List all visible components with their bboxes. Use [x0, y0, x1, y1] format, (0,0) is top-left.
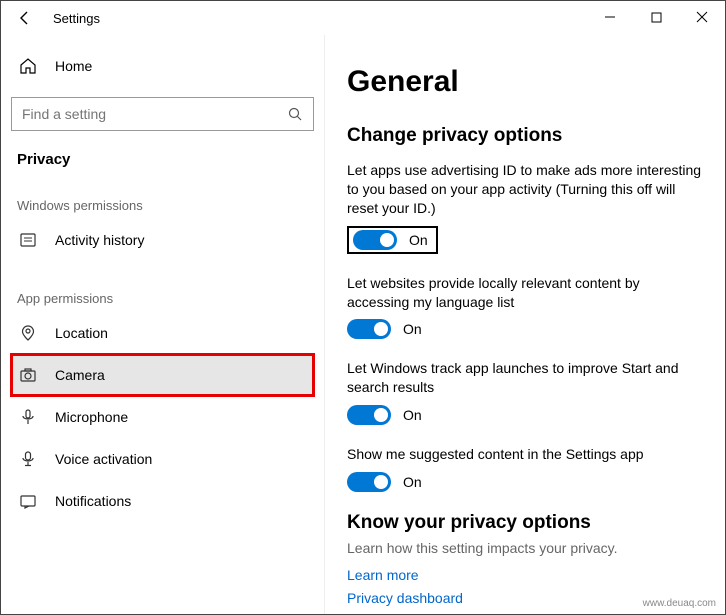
voice-activation-icon [19, 450, 37, 468]
sidebar-item-notifications[interactable]: Notifications [11, 480, 314, 522]
toggle-state: On [403, 321, 422, 337]
toggle-suggested-content[interactable] [347, 472, 391, 492]
setting-desc: Let apps use advertising ID to make ads … [347, 161, 703, 218]
setting-desc: Let Windows track app launches to improv… [347, 359, 703, 397]
main-panel: General Change privacy options Let apps … [324, 35, 725, 614]
setting-track-launches: Let Windows track app launches to improv… [347, 359, 703, 425]
search-icon [288, 107, 303, 122]
sidebar: Home Privacy Windows permissions Activit… [1, 35, 324, 614]
close-button[interactable] [679, 1, 725, 33]
sidebar-item-location[interactable]: Location [11, 312, 314, 354]
minimize-button[interactable] [587, 1, 633, 33]
maximize-button[interactable] [633, 1, 679, 33]
home-label: Home [55, 58, 92, 74]
sidebar-item-label: Location [55, 325, 108, 341]
section-heading: Change privacy options [347, 125, 703, 147]
setting-desc: Show me suggested content in the Setting… [347, 445, 703, 464]
home-icon [19, 57, 37, 75]
toggle-track-launches[interactable] [347, 405, 391, 425]
sidebar-current-category: Privacy [17, 151, 314, 168]
sidebar-item-label: Microphone [55, 409, 128, 425]
sidebar-item-label: Voice activation [55, 451, 152, 467]
sidebar-item-label: Activity history [55, 232, 144, 248]
setting-advertising-id: Let apps use advertising ID to make ads … [347, 161, 703, 254]
toggle-state: On [403, 407, 422, 423]
location-icon [19, 324, 37, 342]
page-title: General [347, 65, 703, 99]
back-button[interactable] [11, 4, 39, 32]
toggle-language-content[interactable] [347, 319, 391, 339]
setting-suggested-content: Show me suggested content in the Setting… [347, 445, 703, 492]
sidebar-item-voice-activation[interactable]: Voice activation [11, 438, 314, 480]
know-subtext: Learn how this setting impacts your priv… [347, 540, 703, 556]
sidebar-group-windows: Windows permissions [17, 198, 314, 213]
watermark: www.deuaq.com [640, 597, 719, 610]
microphone-icon [19, 408, 37, 426]
sidebar-group-app: App permissions [17, 291, 314, 306]
sidebar-item-microphone[interactable]: Microphone [11, 396, 314, 438]
home-nav[interactable]: Home [11, 49, 314, 83]
setting-language-content: Let websites provide locally relevant co… [347, 274, 703, 340]
link-learn-more[interactable]: Learn more [347, 564, 703, 586]
sidebar-item-label: Notifications [55, 493, 131, 509]
sidebar-item-label: Camera [55, 367, 105, 383]
sidebar-item-camera[interactable]: Camera [11, 354, 314, 396]
window-controls [587, 1, 725, 33]
notifications-icon [19, 492, 37, 510]
sidebar-item-activity-history[interactable]: Activity history [11, 219, 314, 261]
activity-history-icon [19, 231, 37, 249]
camera-icon [19, 366, 37, 384]
know-heading: Know your privacy options [347, 512, 703, 534]
titlebar: Settings [1, 1, 725, 35]
toggle-advertising-id[interactable] [353, 230, 397, 250]
search-box[interactable] [11, 97, 314, 131]
setting-desc: Let websites provide locally relevant co… [347, 274, 703, 312]
search-input[interactable] [22, 106, 288, 122]
window-title: Settings [53, 11, 100, 26]
toggle-state: On [403, 474, 422, 490]
toggle-state: On [409, 232, 428, 248]
toggle-highlight-box: On [347, 226, 438, 254]
